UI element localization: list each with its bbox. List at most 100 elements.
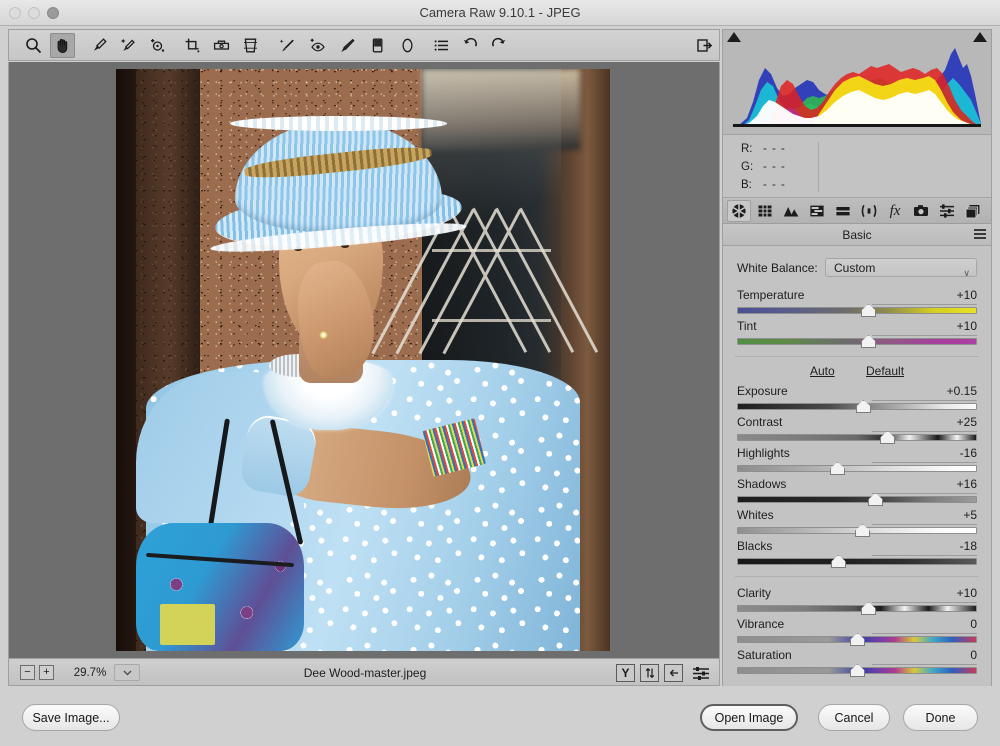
slider-tint[interactable]: Tint +10 [737,319,977,350]
panel-title: Basic [723,224,991,246]
slider-knob-shadows[interactable] [868,493,883,506]
slider-saturation[interactable]: Saturation 0 [737,648,977,679]
panel-tab-strip: fx [723,199,991,224]
before-after-y-button[interactable]: Y [616,664,635,682]
hand-tool[interactable] [50,33,75,58]
white-balance-row: White Balance: Custom ∨ [737,258,977,278]
cancel-button[interactable]: Cancel [818,704,890,731]
slider-knob-highlights[interactable] [830,462,845,475]
swap-before-after-button[interactable] [640,664,659,682]
panel-menu-icon[interactable] [974,229,986,240]
tab-presets[interactable] [935,200,959,222]
auto-link[interactable]: Auto [810,364,835,378]
highlight-clipping-triangle[interactable] [973,32,987,42]
image-canvas[interactable] [8,62,720,658]
camera-raw-window: Camera Raw 9.10.1 - JPEG Dee Wood-master… [0,0,1000,746]
histogram-panel[interactable] [723,30,991,135]
default-link[interactable]: Default [866,364,904,378]
done-button[interactable]: Done [903,704,978,731]
slider-clarity[interactable]: Clarity +10 [737,586,977,617]
basic-panel-body: White Balance: Custom ∨ Temperature +10 … [723,246,991,686]
slider-vibrance[interactable]: Vibrance 0 [737,617,977,648]
slider-shadows[interactable]: Shadows +16 [737,477,977,508]
zoom-tool[interactable] [21,33,46,58]
slider-value-vibrance: 0 [970,617,977,631]
left-arrow-icon [669,669,678,677]
save-image-button[interactable]: Save Image... [22,704,120,731]
slider-knob-whites[interactable] [855,524,870,537]
slider-exposure[interactable]: Exposure +0.15 [737,384,977,415]
slider-knob-vibrance[interactable] [850,633,865,646]
red-eye-removal-tool[interactable] [305,33,330,58]
tab-camera-calibration[interactable] [909,200,933,222]
split-toning-icon [836,207,850,216]
tab-hsl-grayscale[interactable] [805,200,829,222]
slider-track-blacks[interactable] [737,558,977,565]
color-sampler-tool[interactable] [115,33,140,58]
readout-value-b: - - - [763,179,786,191]
crop-tool[interactable] [180,33,205,58]
white-balance-tool[interactable] [87,33,112,58]
slider-knob-contrast[interactable] [880,431,895,444]
slider-temperature[interactable]: Temperature +10 [737,288,977,319]
transform-tool[interactable] [238,33,263,58]
rotate-right-tool[interactable] [486,33,511,58]
slider-knob-tint[interactable] [861,335,876,348]
adjustment-brush-tool[interactable] [335,33,360,58]
zoom-level-dropdown[interactable] [114,664,140,681]
tab-basic[interactable] [727,200,751,222]
tab-tone-curve[interactable] [753,200,777,222]
slider-track-contrast[interactable] [737,434,977,441]
zoom-in-button[interactable]: + [39,665,54,680]
preferences-tool[interactable] [429,33,454,58]
slider-knob-clarity[interactable] [861,602,876,615]
copy-settings-button[interactable] [664,664,683,682]
slider-blacks[interactable]: Blacks -18 [737,539,977,570]
tab-lens-corrections[interactable] [857,200,881,222]
slider-value-temperature: +10 [956,288,977,302]
value-underline [872,602,977,603]
right-panel: R: - - - G: - - - B: - - - fx Basic Whit… [722,29,992,686]
shadow-clipping-triangle[interactable] [727,32,741,42]
radial-filter-tool[interactable] [395,33,420,58]
slider-label-saturation: Saturation [737,648,792,662]
straighten-tool[interactable] [209,33,234,58]
slider-label-exposure: Exposure [737,384,788,398]
histogram-graph [733,44,981,127]
slider-knob-temperature[interactable] [861,304,876,317]
slider-track-highlights[interactable] [737,465,977,472]
slider-track-clarity[interactable] [737,605,977,612]
tab-snapshots[interactable] [961,200,985,222]
readout-row-r: R: - - - [741,143,786,155]
slider-label-highlights: Highlights [737,446,790,460]
tab-split-toning[interactable] [831,200,855,222]
slider-knob-blacks[interactable] [831,555,846,568]
slider-track-shadows[interactable] [737,496,977,503]
chevron-down-icon: ∨ [963,268,970,278]
slider-track-tint[interactable] [737,338,977,345]
graduated-filter-tool[interactable] [365,33,390,58]
white-balance-label: White Balance: [737,261,818,275]
zoom-out-button[interactable]: − [20,665,35,680]
toggle-fullscreen-button[interactable] [692,33,717,58]
rotate-left-tool[interactable] [458,33,483,58]
slider-knob-saturation[interactable] [850,664,865,677]
white-balance-dropdown[interactable]: Custom ∨ [825,258,977,278]
spot-removal-tool[interactable] [275,33,300,58]
slider-knob-exposure[interactable] [856,400,871,413]
tab-detail[interactable] [779,200,803,222]
value-underline [872,633,977,634]
slider-value-saturation: 0 [970,648,977,662]
camera-icon [914,205,928,216]
slider-contrast[interactable]: Contrast +25 [737,415,977,446]
tab-effects[interactable]: fx [883,200,907,222]
slider-track-temperature[interactable] [737,307,977,314]
preview-preferences-button[interactable] [690,664,712,682]
readout-label-g: G: [741,161,754,173]
slider-highlights[interactable]: Highlights -16 [737,446,977,477]
image-preview[interactable] [116,69,610,651]
status-bar: Dee Wood-master.jpeg − + 29.7% Y [8,658,720,686]
targeted-adjustment-tool[interactable] [145,33,170,58]
slider-whites[interactable]: Whites +5 [737,508,977,539]
open-image-button[interactable]: Open Image [700,704,798,731]
